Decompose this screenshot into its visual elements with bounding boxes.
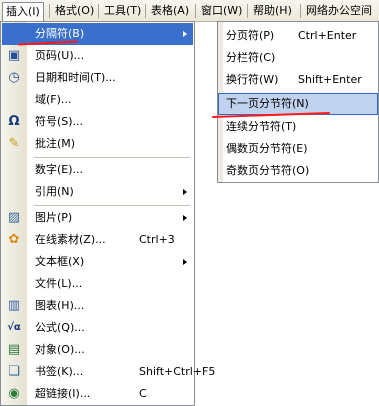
menu-item-label: 日期和时间(T)... — [35, 71, 116, 84]
menu-item-shortcut: C — [139, 387, 147, 400]
submenu-item-label: 分页符(P) — [226, 29, 275, 42]
chart-icon: ▥ — [7, 298, 21, 313]
menu-item-reference[interactable]: 引用(N) — [2, 181, 193, 203]
submenu-item-line-break[interactable]: 换行符(W) Shift+Enter — [218, 69, 378, 91]
submenu-item-even-page-section-break[interactable]: 偶数页分节符(E) — [218, 138, 378, 160]
globe-link-icon: ◉ — [8, 386, 20, 401]
menu-item-object[interactable]: ▤ 对象(O)... — [2, 339, 193, 361]
submenu-item-odd-page-section-break[interactable]: 奇数页分节符(O) — [218, 160, 378, 182]
menu-divider — [34, 157, 190, 158]
object-icon: ▤ — [7, 342, 21, 357]
formula-icon: √α — [7, 322, 21, 333]
menu-item-online-material[interactable]: ✿ 在线素材(Z)... Ctrl+3 — [2, 229, 193, 251]
menu-item-comment[interactable]: ✎ 批注(M) — [2, 133, 193, 155]
menu-item-label: 图片(P) — [35, 211, 73, 224]
menu-item-file[interactable]: 文件(L)... — [2, 273, 193, 295]
submenu-item-label: 分栏符(C) — [226, 51, 276, 64]
menu-divider — [34, 205, 190, 206]
menu-item-label: 超链接(I)... — [35, 387, 91, 400]
menu-item-hyperlink[interactable]: ◉ 超链接(I)... C — [2, 383, 193, 405]
menu-item-label: 页码(U)... — [35, 49, 85, 62]
field-icon — [6, 92, 22, 108]
menu-item-label: 符号(S)... — [35, 115, 84, 128]
menu-separator — [247, 4, 248, 18]
menu-item-label: 文件(L)... — [35, 277, 83, 290]
menu-item-field[interactable]: 域(F)... — [2, 89, 193, 111]
menu-format[interactable]: 格式(O) — [52, 3, 97, 19]
file-icon — [6, 276, 22, 292]
submenu-item-label: 偶数页分节符(E) — [226, 142, 308, 155]
menu-separator — [300, 4, 301, 18]
menu-item-label: 对象(O)... — [35, 343, 85, 356]
menu-online-office-space[interactable]: 网络办公空间 — [303, 3, 375, 19]
menu-item-shortcut: Ctrl+3 — [139, 233, 175, 246]
menu-item-shortcut: Shift+Ctrl+F5 — [139, 365, 216, 378]
menu-item-page-number[interactable]: ▣ 页码(U)... — [2, 45, 193, 67]
submenu-item-shortcut: Shift+Enter — [298, 73, 362, 86]
page-number-icon: ▣ — [7, 48, 21, 63]
submenu-item-continuous-section-break[interactable]: 连续分节符(T) — [218, 116, 378, 138]
insert-menu: 分隔符(B) ▣ 页码(U)... ◷ 日期和时间(T)... 域(F)... … — [0, 21, 215, 406]
submenu-item-next-page-section-break[interactable]: 下一页分节符(N) — [218, 93, 378, 115]
menu-item-symbol[interactable]: Ω 符号(S)... — [2, 111, 193, 133]
menu-item-label: 域(F)... — [35, 93, 72, 106]
menu-item-label: 批注(M) — [35, 137, 76, 150]
text-box-icon — [6, 254, 22, 270]
reference-icon — [6, 184, 22, 200]
menu-item-picture[interactable]: ▨ 图片(P) — [2, 207, 193, 229]
menu-item-label: 公式(Q)... — [35, 321, 85, 334]
menu-window[interactable]: 窗口(W) — [198, 3, 245, 19]
menu-item-number[interactable]: 数字(E)... — [2, 159, 193, 181]
submenu-item-label: 奇数页分节符(O) — [226, 164, 310, 177]
menu-item-separator[interactable]: 分隔符(B) — [2, 23, 193, 45]
separator-icon — [6, 26, 22, 42]
menu-item-label: 文本框(X) — [35, 255, 85, 268]
menu-table[interactable]: 表格(A) — [148, 3, 192, 19]
menu-separator — [195, 4, 196, 18]
submenu-arrow-icon — [183, 215, 187, 221]
menu-separator — [145, 4, 146, 18]
menu-bar: 插入(I) 格式(O) 工具(T) 表格(A) 窗口(W) 帮助(H) 网络办公… — [0, 0, 379, 22]
menu-item-bookmark[interactable]: ❏ 书签(K)... Shift+Ctrl+F5 — [2, 361, 215, 383]
submenu-arrow-icon — [183, 31, 187, 37]
submenu-arrow-icon — [183, 259, 187, 265]
menu-item-chart[interactable]: ▥ 图表(H)... — [2, 295, 193, 317]
menu-insert[interactable]: 插入(I) — [2, 2, 44, 21]
submenu-item-column-break[interactable]: 分栏符(C) — [218, 47, 378, 69]
menu-separator — [49, 4, 50, 18]
submenu-item-shortcut: Ctrl+Enter — [298, 29, 357, 42]
submenu-item-page-break[interactable]: 分页符(P) Ctrl+Enter — [218, 25, 378, 47]
submenu-item-label: 连续分节符(T) — [226, 120, 297, 133]
menu-item-text-box[interactable]: 文本框(X) — [2, 251, 193, 273]
omega-icon: Ω — [8, 114, 20, 129]
submenu-item-label: 换行符(W) — [226, 73, 279, 86]
menu-item-date-time[interactable]: ◷ 日期和时间(T)... — [2, 67, 193, 89]
menu-tools[interactable]: 工具(T) — [101, 3, 144, 19]
date-time-icon: ◷ — [8, 70, 20, 85]
menu-item-label: 在线素材(Z)... — [35, 233, 106, 246]
submenu-arrow-icon — [183, 189, 187, 195]
menu-separator — [98, 4, 99, 18]
menu-item-label: 书签(K)... — [35, 365, 84, 378]
picture-icon: ▨ — [7, 210, 21, 225]
menu-item-label: 图表(H)... — [35, 299, 85, 312]
comment-icon: ✎ — [8, 136, 20, 151]
menu-item-label: 数字(E)... — [35, 163, 84, 176]
online-material-icon: ✿ — [8, 232, 20, 247]
number-icon — [6, 162, 22, 178]
menu-item-label: 引用(N) — [35, 185, 74, 198]
submenu-item-label: 下一页分节符(N) — [226, 97, 309, 110]
menu-item-label: 分隔符(B) — [35, 27, 85, 40]
bookmark-icon: ❏ — [8, 364, 20, 379]
menu-item-formula[interactable]: √α 公式(Q)... — [2, 317, 193, 339]
separator-submenu: 分页符(P) Ctrl+Enter 分栏符(C) 换行符(W) Shift+En… — [217, 21, 379, 183]
menu-help[interactable]: 帮助(H) — [250, 3, 295, 19]
